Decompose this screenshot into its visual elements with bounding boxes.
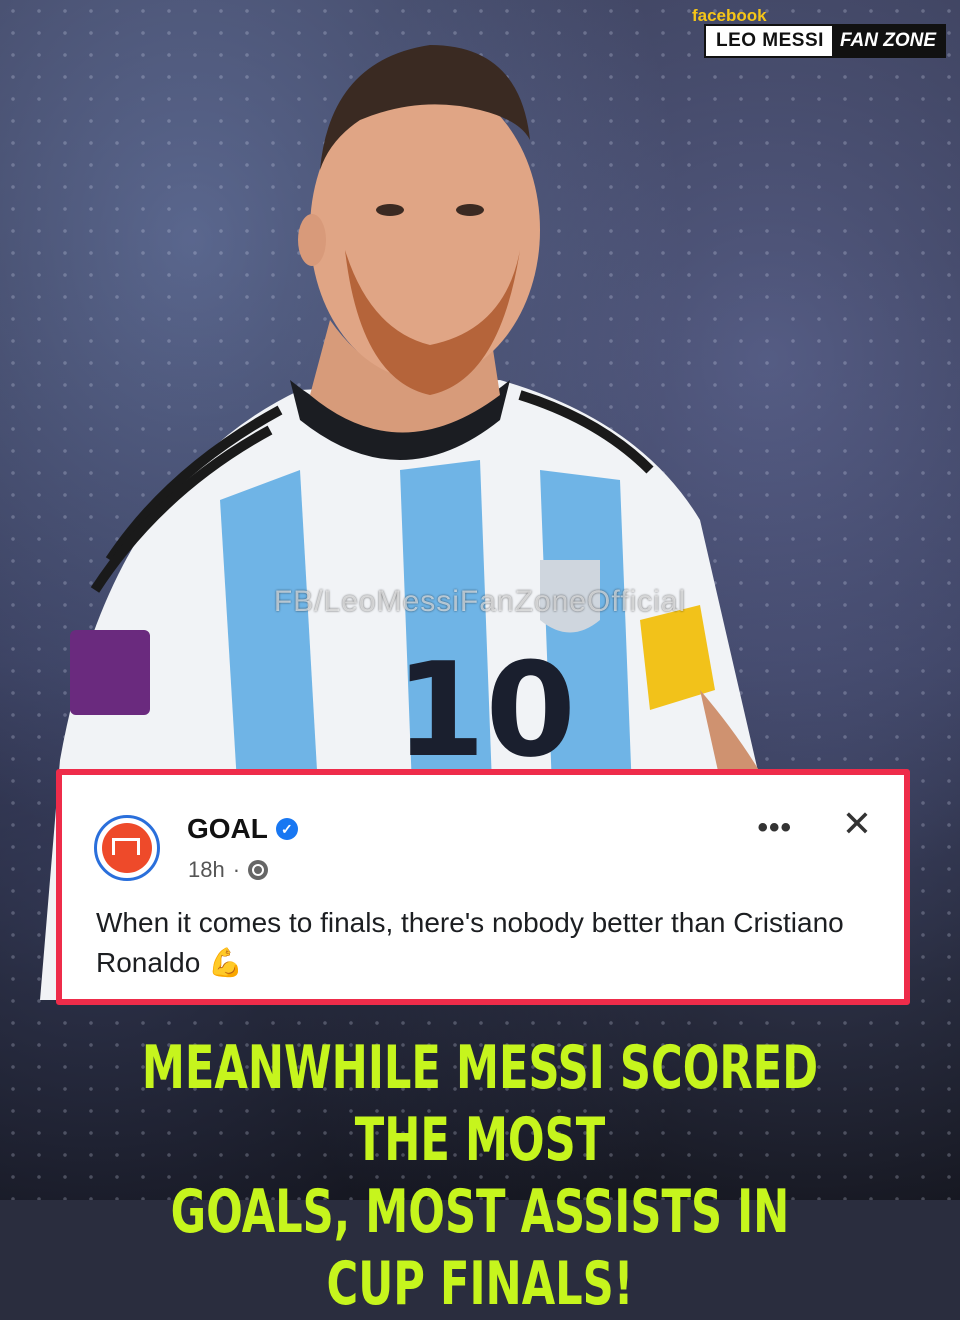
eye <box>456 204 484 216</box>
ear <box>298 214 326 266</box>
post-meta: 18h · <box>188 857 269 883</box>
verified-badge-icon: ✓ <box>275 818 298 840</box>
headline-line-1: MEANWHILE MESSI SCORED THE MOST <box>141 1033 819 1175</box>
eye <box>376 204 404 216</box>
world-cup-patch <box>70 630 150 715</box>
post-time[interactable]: 18h <box>188 857 225 883</box>
brand-box: LEO MESSI FAN ZONE <box>703 24 946 58</box>
post-card: GOAL ✓ 18h · ••• ✕ When it comes to fina… <box>56 769 910 1005</box>
headline-line-2: GOALS, MOST ASSISTS IN CUP FINALS! <box>170 1177 790 1319</box>
meta-separator: · <box>232 857 241 882</box>
jersey-number: 10 <box>395 634 576 786</box>
goal-logo-icon[interactable] <box>94 815 160 881</box>
account-name[interactable]: GOAL <box>187 813 268 845</box>
brand-name: LEO MESSI <box>715 30 824 51</box>
watermark: FB/LeoMessiFanZoneOfficial <box>273 585 687 618</box>
headline: MEANWHILE MESSI SCORED THE MOST GOALS, M… <box>134 1032 825 1320</box>
brand-zone: FAN ZONE <box>831 26 944 56</box>
facebook-label: facebook <box>691 6 767 25</box>
brand-badge: facebook LEO MESSI FAN ZONE <box>692 6 946 58</box>
goal-net-shape <box>112 838 140 855</box>
account-row: GOAL ✓ <box>187 813 298 845</box>
close-icon[interactable]: ✕ <box>842 803 872 845</box>
post-text: When it comes to finals, there's nobody … <box>96 907 844 978</box>
more-options-icon[interactable]: ••• <box>757 811 792 845</box>
globe-icon <box>248 860 269 880</box>
